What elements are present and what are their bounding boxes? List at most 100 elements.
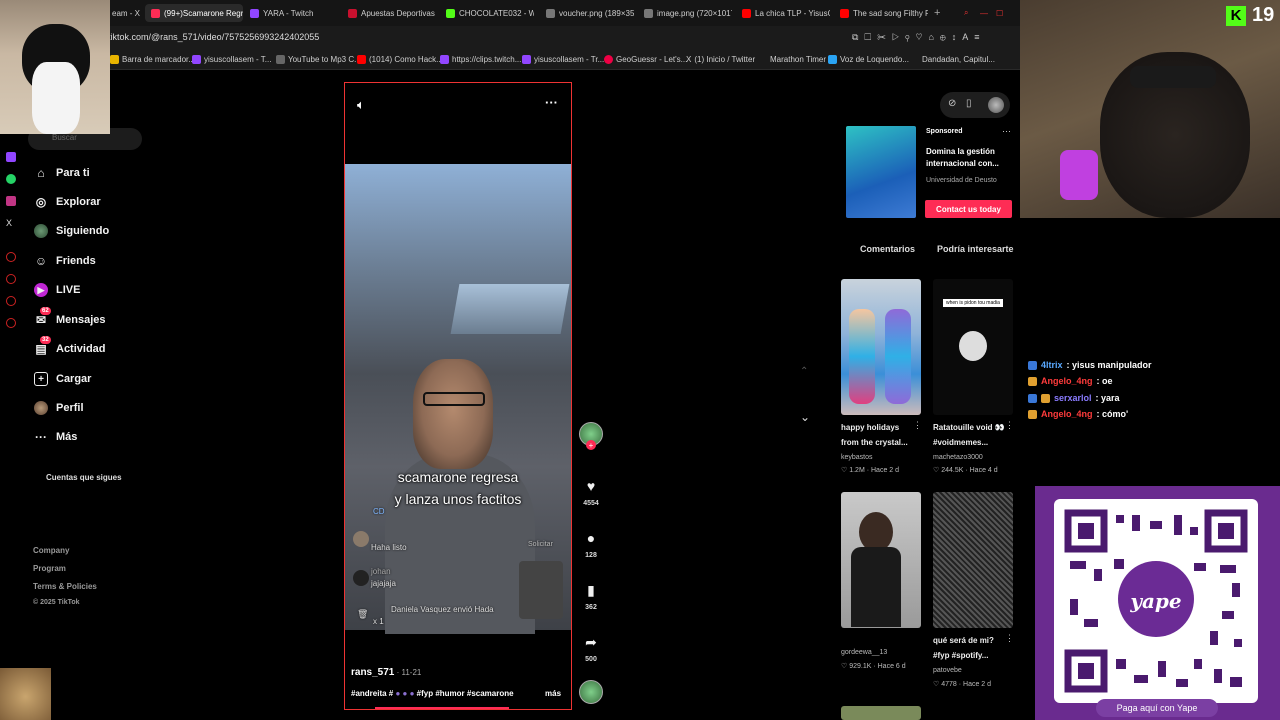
bookmark[interactable]: yisuscollasem - T... <box>192 55 271 64</box>
bookmark[interactable]: Barra de marcador... <box>110 55 195 64</box>
video-card-thumbnail[interactable] <box>841 279 921 415</box>
footer-program[interactable]: Program <box>33 564 66 573</box>
comment-action[interactable]: ● 128 <box>580 530 602 559</box>
new-tab-button[interactable]: + <box>934 4 946 22</box>
card-title[interactable]: happy holidays from the crystal... <box>841 420 919 450</box>
card-author[interactable]: patovebe <box>933 667 962 674</box>
bookmark[interactable]: Voz de Loquendo... <box>828 55 909 64</box>
chat-badge-icon <box>1041 393 1050 403</box>
activity-icon: ▤ 32 <box>35 336 51 356</box>
bookmark[interactable]: Marathon Timer <box>770 55 826 64</box>
nav-label: Mensajes <box>56 314 106 326</box>
bookmark[interactable]: GeoGuessr - Let's... <box>604 55 687 64</box>
more-options-icon[interactable]: ··· <box>545 95 558 110</box>
rail-icon[interactable] <box>6 296 16 306</box>
toolbar-icons[interactable]: ⧉☐✂▷⚲♡⌂⊕↕A≡ <box>852 32 986 43</box>
share-action[interactable]: ➦ 500 <box>580 634 602 664</box>
browser-tab[interactable]: The sad song Filthy Fran <box>840 4 928 22</box>
chevron-up-icon[interactable]: ⌃ <box>800 366 808 377</box>
ad-cta-button[interactable]: Contact us today <box>925 200 1012 218</box>
rail-icon[interactable] <box>6 318 16 328</box>
card-author[interactable]: keybastos <box>841 454 873 461</box>
card-more-icon[interactable]: ⋮ <box>913 420 922 431</box>
search-icon[interactable]: ⌕ <box>964 4 976 22</box>
follow-plus-icon[interactable]: + <box>586 440 596 450</box>
bookmark[interactable]: https://clips.twitch... <box>440 55 521 64</box>
nav-explore[interactable]: ◎ Explorar <box>34 195 101 209</box>
bookmark[interactable]: Dandadan, Capitul... <box>922 55 995 64</box>
nav-activity[interactable]: ▤ 32 Actividad <box>34 336 106 356</box>
card-title[interactable]: Ratatouille void 👀 #voidmemes... <box>933 420 1011 450</box>
browser-tab[interactable]: image.png (720×1017) <box>644 4 732 22</box>
card-author[interactable]: gordeewa__13 <box>841 649 887 656</box>
more-link[interactable]: más <box>545 689 561 698</box>
chevron-down-icon[interactable]: ⌄ <box>800 410 810 424</box>
browser-tab[interactable]: Apuestas Deportivas On <box>348 4 436 22</box>
rail-icon[interactable] <box>6 252 16 262</box>
author-username[interactable]: rans_571 <box>351 667 394 678</box>
instagram-rail-icon[interactable] <box>6 196 16 206</box>
bookmark-icon[interactable]: ▮ <box>583 582 599 598</box>
comment-icon[interactable]: ● <box>583 530 599 546</box>
device-icon[interactable]: ▯ <box>966 98 972 109</box>
bookmark[interactable]: YouTube to Mp3 C... <box>276 55 361 64</box>
video-progress-bar[interactable] <box>375 707 509 709</box>
browser-tab-active[interactable]: (99+)Scamarone Regresa <box>145 4 243 22</box>
nav-upload[interactable]: + Cargar <box>34 372 91 386</box>
tab-suggestions[interactable]: Podría interesarte <box>937 244 1014 254</box>
sound-avatar-action[interactable] <box>579 680 603 704</box>
footer-company[interactable]: Company <box>33 546 69 555</box>
ad-more-icon[interactable]: ··· <box>1002 126 1011 136</box>
ad-thumbnail[interactable] <box>846 126 916 218</box>
bookmark[interactable]: X (1) Inicio / Twitter <box>686 55 755 64</box>
nav-messages[interactable]: ✉ 62 Mensajes <box>34 307 106 327</box>
bookmark-label: YouTube to Mp3 C... <box>288 55 361 64</box>
heart-icon[interactable]: ♥ <box>583 478 599 494</box>
volume-icon[interactable]: 🔈︎ <box>357 97 365 113</box>
rail-icon[interactable] <box>6 274 16 284</box>
bookmark[interactable]: yisuscollasem - Tr... <box>522 55 604 64</box>
save-action[interactable]: ▮ 362 <box>580 582 602 612</box>
sound-avatar[interactable] <box>579 680 603 704</box>
bookmark[interactable]: (1014) Como Hack... <box>357 55 443 64</box>
maximize-icon[interactable]: ☐ <box>996 4 1008 22</box>
hashtag-start[interactable]: #andreita # <box>351 689 393 698</box>
chat-text: : yara <box>1095 393 1120 403</box>
user-avatar[interactable] <box>988 97 1004 113</box>
nav-more[interactable]: ··· Más <box>34 430 77 444</box>
nav-friends[interactable]: ☺ Friends <box>34 254 96 268</box>
whatsapp-rail-icon[interactable] <box>6 174 16 184</box>
nav-following[interactable]: Siguiendo <box>34 224 109 238</box>
twitch-rail-icon[interactable] <box>6 152 16 162</box>
nav-profile[interactable]: Perfil <box>34 401 84 415</box>
nav-live[interactable]: ▶ LIVE <box>34 283 80 297</box>
tab-comments[interactable]: Comentarios <box>860 244 915 254</box>
browser-tab[interactable]: CHOCOLATE032 - Watc <box>446 4 534 22</box>
coins-icon[interactable]: ⊘ <box>948 98 956 109</box>
card-author[interactable]: machetazo3000 <box>933 454 983 461</box>
video-hashtags[interactable]: #andreita # ● ● ● #fyp #humor #scamarone <box>351 689 514 698</box>
browser-tab[interactable]: eam - X <box>112 4 142 22</box>
browser-tab[interactable]: voucher.png (189×350) <box>546 4 634 22</box>
browser-tab[interactable]: YARA - Twitch <box>250 4 340 22</box>
yape-pay-button[interactable]: Paga aquí con Yape <box>1096 699 1218 717</box>
like-action[interactable]: ♥ 4554 <box>580 478 602 507</box>
x-rail-icon[interactable]: X <box>6 218 16 228</box>
video-player[interactable]: 🔈︎ ··· scamarone regresa y lanza unos fa… <box>344 82 572 710</box>
author-avatar-action[interactable]: + <box>579 422 603 450</box>
card-title[interactable]: qué será de mi? #fyp #spotify... <box>933 633 1011 663</box>
browser-tab[interactable]: La chica TLP - YisusCol <box>742 4 830 22</box>
video-author[interactable]: rans_571 · 11-21 <box>351 667 421 678</box>
minimize-icon[interactable]: — <box>980 4 992 22</box>
video-card-thumbnail[interactable]: when is pidon tou madia <box>933 279 1013 415</box>
video-card-thumbnail[interactable] <box>933 492 1013 628</box>
ad-title[interactable]: Domina la gestión internacional con... <box>926 146 1006 170</box>
hashtag-rest[interactable]: #fyp #humor #scamarone <box>417 689 514 698</box>
video-card-thumbnail[interactable] <box>841 706 921 720</box>
video-card-thumbnail[interactable] <box>841 492 921 628</box>
nav-for-you[interactable]: ⌂ Para ti <box>34 166 89 180</box>
share-count: 500 <box>585 656 597 663</box>
share-icon[interactable]: ➦ <box>583 634 599 650</box>
url-text[interactable]: tiktok.com/@rans_571/video/7575256993242… <box>108 32 319 42</box>
footer-terms[interactable]: Terms & Policies <box>33 582 97 591</box>
